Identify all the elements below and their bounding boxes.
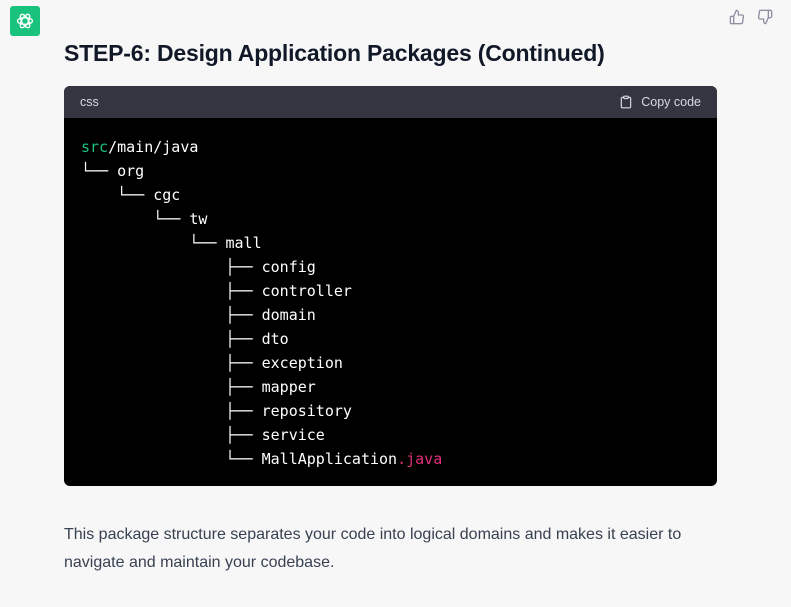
code-line: ├── repository xyxy=(81,399,700,423)
code-line: ├── service xyxy=(81,423,700,447)
code-line: ├── dto xyxy=(81,327,700,351)
code-line: └── cgc xyxy=(81,183,700,207)
code-token: └── cgc xyxy=(81,186,181,204)
code-token: ├── mapper xyxy=(81,378,316,396)
code-token: ├── config xyxy=(81,258,316,276)
code-block-header: css Copy code xyxy=(64,86,717,118)
code-token: ├── dto xyxy=(81,330,289,348)
code-token: ├── exception xyxy=(81,354,343,372)
code-line: ├── domain xyxy=(81,303,700,327)
code-line: ├── exception xyxy=(81,351,700,375)
code-block: css Copy code src/main/java └── org └── c… xyxy=(64,86,717,486)
clipboard-icon xyxy=(620,95,632,109)
code-token: ├── service xyxy=(81,426,325,444)
assistant-avatar xyxy=(10,6,40,36)
message-paragraph: This package structure separates your co… xyxy=(64,526,682,571)
code-token: ├── controller xyxy=(81,282,352,300)
code-token: src xyxy=(81,138,109,156)
code-line: └── MallApplication.java xyxy=(81,447,700,471)
code-token: .java xyxy=(397,450,443,468)
code-line: └── tw xyxy=(81,207,700,231)
code-line: src/main/java xyxy=(81,135,700,159)
thumbs-up-icon[interactable] xyxy=(729,9,745,25)
code-line: ├── config xyxy=(81,255,700,279)
message-heading: STEP-6: Design Application Packages (Con… xyxy=(64,40,605,66)
code-content: src/main/java └── org └── cgc └── tw └── … xyxy=(64,118,717,471)
feedback-buttons xyxy=(729,9,773,25)
code-line: └── mall xyxy=(81,231,700,255)
code-token: └── mall xyxy=(81,234,262,252)
code-token: /main/java xyxy=(108,138,199,156)
code-token: └── tw xyxy=(81,210,208,228)
code-line: ├── controller xyxy=(81,279,700,303)
code-token: ├── domain xyxy=(81,306,316,324)
copy-code-button[interactable]: Copy code xyxy=(619,95,701,109)
openai-logo-icon xyxy=(16,13,34,29)
copy-code-label: Copy code xyxy=(641,95,701,109)
code-token: └── MallApplication xyxy=(81,450,398,468)
code-token: └── org xyxy=(81,162,145,180)
code-language-label: css xyxy=(80,95,99,109)
code-token: ├── repository xyxy=(81,402,352,420)
code-line: └── org xyxy=(81,159,700,183)
thumbs-down-icon[interactable] xyxy=(757,9,773,25)
code-line: ├── mapper xyxy=(81,375,700,399)
